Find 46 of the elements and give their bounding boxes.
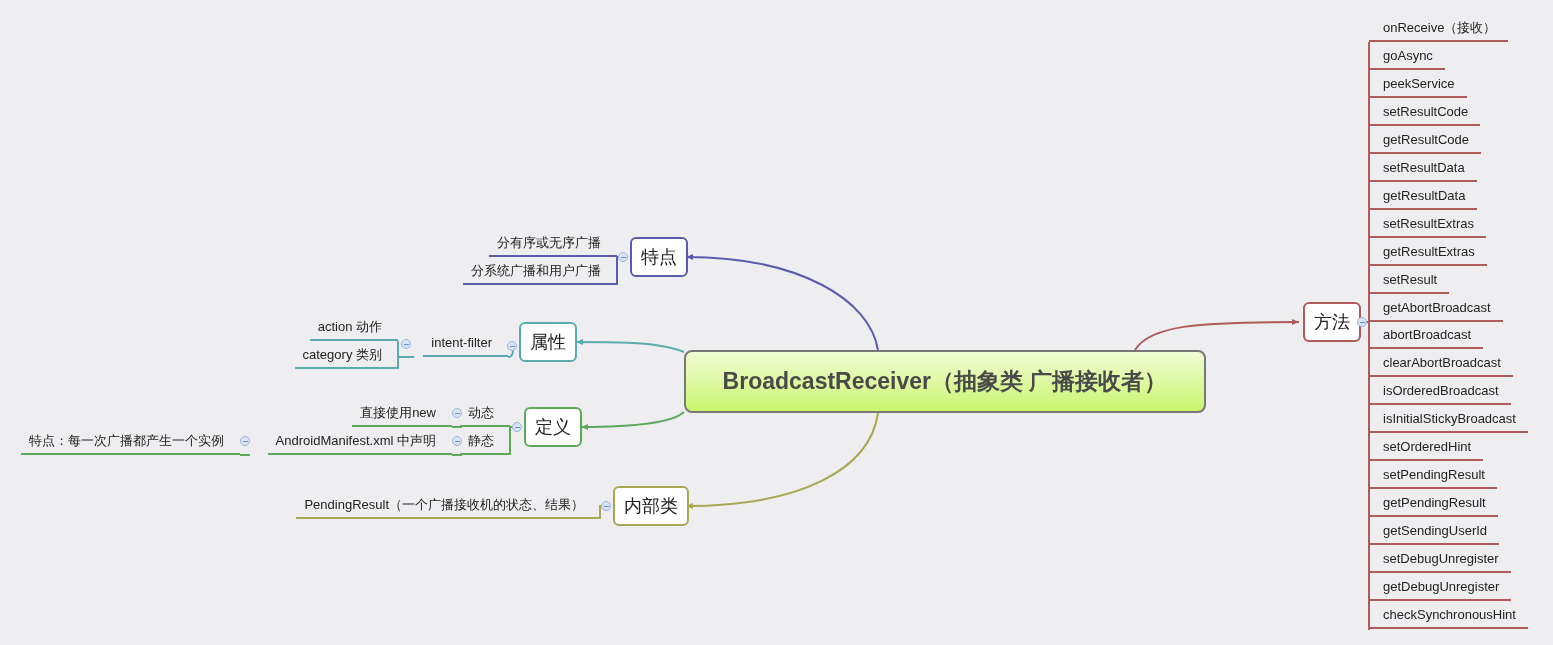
collapse-icon[interactable] [601,501,611,511]
subtopic-label: AndroidManifest.xml 中声明 [267,432,452,455]
subtopic-label: action 动作 [309,318,398,341]
collapse-icon[interactable] [512,422,522,432]
subtopic-label: setResultExtras [1369,214,1487,238]
subtopic-label: getDebugUnregister [1369,578,1512,601]
topic-node: 属性 [519,322,577,362]
subtopic-label: getSendingUserId [1369,522,1500,546]
subtopic-label: clearAbortBroadcast [1369,354,1513,378]
subtopic-label: setResultCode [1369,102,1481,126]
subtopic-label: 分有序或无序广播 [489,234,617,257]
subtopic-label: getAbortBroadcast [1369,298,1503,322]
subtopic-label: setOrderedHint [1369,438,1484,462]
subtopic-label: getResultExtras [1369,242,1487,266]
collapse-icon[interactable] [507,341,517,351]
subtopic-label: category 类别 [294,346,398,369]
central-topic: BroadcastReceiver（抽象类 广播接收者） [684,350,1206,413]
subtopic-label: abortBroadcast [1369,326,1484,350]
subtopic-label: intent-filter [423,334,508,357]
collapse-icon[interactable] [452,408,462,418]
collapse-icon[interactable] [401,339,411,349]
subtopic-label: 直接使用new [352,404,452,427]
subtopic-label: getResultCode [1369,130,1481,154]
subtopic-label: getPendingResult [1369,494,1498,518]
collapse-icon[interactable] [240,436,250,446]
subtopic-label: isInitialStickyBroadcast [1369,410,1528,434]
subtopic-label: 特点：每一次广播都产生一个实例 [21,432,240,455]
subtopic-label: setPendingResult [1369,466,1497,490]
collapse-icon[interactable] [452,436,462,446]
subtopic-label: onReceive（接收） [1369,19,1509,42]
topic-node: 内部类 [613,486,689,526]
subtopic-label: 分系统广播和用户广播 [463,262,617,285]
collapse-icon[interactable] [1357,317,1367,327]
subtopic-label: isOrderedBroadcast [1369,382,1511,406]
subtopic-label: getResultData [1369,186,1478,210]
subtopic-label: peekService [1369,74,1467,98]
subtopic-label: setResultData [1369,158,1477,182]
subtopic-label: goAsync [1369,46,1445,70]
subtopic-label: setResult [1369,270,1450,294]
subtopic-label: setDebugUnregister [1369,550,1511,574]
subtopic-label: checkSynchronousHint [1369,605,1528,629]
subtopic-label: PendingResult（一个广播接收机的状态、结果） [296,496,600,519]
topic-node: 方法 [1303,302,1361,342]
topic-node: 定义 [524,407,582,447]
topic-node: 特点 [630,237,688,277]
collapse-icon[interactable] [618,252,628,262]
